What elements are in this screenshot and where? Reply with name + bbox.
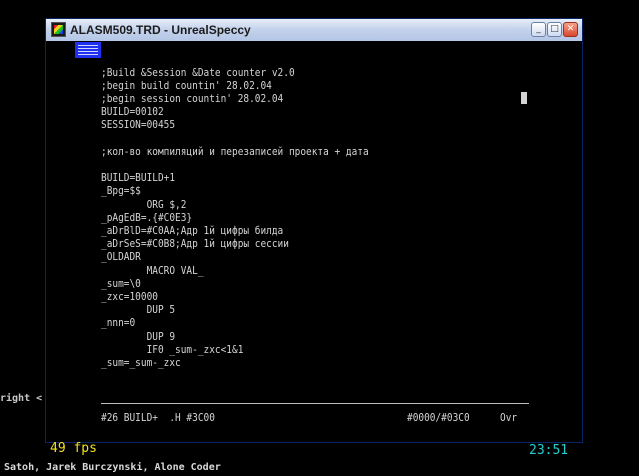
code-editor[interactable]: ;Build &Session &Date counter v2.0 ;begin… — [101, 41, 497, 401]
code-line[interactable]: _OLDADR — [101, 250, 141, 263]
status-command: #26 BUILD+ .H #3C00 — [101, 411, 215, 424]
window-title: ALASM509.TRD - UnrealSpeccy — [70, 23, 251, 37]
code-line[interactable]: _pAgEdB=.{#C0E3} — [101, 211, 192, 224]
code-line[interactable]: DUP 5 — [101, 303, 175, 316]
code-line[interactable]: _aDrSeS=#C0B8;Адр 1й цифры сессии — [101, 237, 289, 250]
code-line[interactable]: IF0 _sum-_zxc<1&1 — [101, 343, 244, 356]
close-button[interactable]: ✕ — [563, 22, 578, 37]
status-mode: Ovr — [500, 411, 518, 424]
code-line[interactable]: ;begin build countin' 28.02.04 — [101, 79, 272, 92]
code-line[interactable]: DUP 9 — [101, 330, 175, 343]
code-line[interactable]: MACRO VAL_ — [101, 264, 204, 277]
status-address: #0000/#03C0 — [407, 411, 470, 424]
code-line[interactable]: BUILD=BUILD+1 — [101, 171, 175, 184]
code-line[interactable]: BUILD=00102 — [101, 105, 164, 118]
emulator-window: ALASM509.TRD - UnrealSpeccy _ □ ✕ ;Build… — [45, 18, 583, 458]
text-cursor — [521, 92, 527, 104]
status-separator — [101, 403, 529, 404]
code-line[interactable]: ORG $,2 — [101, 198, 187, 211]
clock: 23:51 — [529, 443, 569, 458]
code-line[interactable]: _sum=_sum-_zxc — [101, 356, 181, 369]
desktop-credits-text: Satoh, Jarek Burczynski, Alone Coder — [4, 462, 221, 473]
code-line[interactable]: _nnn=0 — [101, 316, 135, 329]
code-line[interactable]: _zxc=10000 — [101, 290, 158, 303]
desktop-left-text: right < — [0, 393, 43, 404]
title-bar[interactable]: ALASM509.TRD - UnrealSpeccy _ □ ✕ — [46, 19, 582, 42]
code-line[interactable]: ;Build &Session &Date counter v2.0 — [101, 66, 295, 79]
code-line[interactable]: ;кол-во компиляций и перезаписей проекта… — [101, 145, 369, 158]
menu-icon[interactable] — [75, 42, 101, 58]
code-line[interactable]: ;begin session countin' 28.02.04 — [101, 92, 283, 105]
app-icon[interactable] — [51, 22, 66, 37]
emulator-screen[interactable]: ;Build &Session &Date counter v2.0 ;begin… — [46, 41, 582, 458]
code-line[interactable]: _sum=\0 — [101, 277, 141, 290]
minimize-button[interactable]: _ — [531, 22, 546, 37]
maximize-button[interactable]: □ — [547, 22, 562, 37]
fps-counter: 49 fps — [50, 441, 97, 456]
code-line[interactable]: _aDrBlD=#C0AA;Адр 1й цифры билда — [101, 224, 283, 237]
code-line[interactable]: _Bpg=$$ — [101, 184, 141, 197]
code-line[interactable]: SESSION=00455 — [101, 118, 175, 131]
